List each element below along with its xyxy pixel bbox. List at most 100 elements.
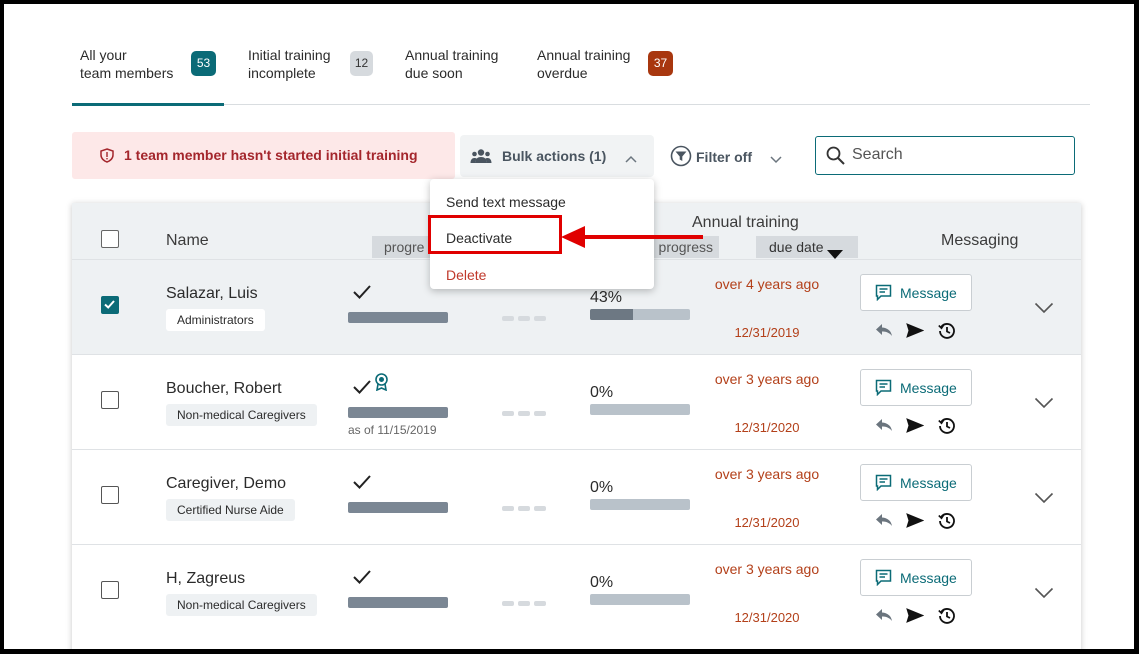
placeholder-dash — [502, 506, 514, 511]
history-icon[interactable] — [938, 607, 956, 630]
table-row[interactable]: Caregiver, Demo Certified Nurse Aide 0% ove… — [72, 449, 1081, 544]
tab-label-line1: Annual training — [537, 47, 631, 63]
annual-progress-percent: 0% — [590, 574, 614, 591]
message-button[interactable]: Message — [860, 369, 972, 406]
checkmark-icon — [352, 284, 372, 305]
role-badge: Non-medical Caregivers — [166, 404, 317, 426]
due-date: 12/31/2019 — [734, 325, 800, 340]
placeholder-dash — [534, 411, 546, 416]
table-row[interactable]: H, Zagreus Non-medical Caregivers 0% over 3… — [72, 544, 1081, 639]
tab-annual-overdue[interactable]: Annual training overdue — [537, 46, 630, 82]
history-icon[interactable] — [938, 417, 956, 440]
shield-alert-icon — [100, 148, 114, 166]
search-box — [815, 136, 1075, 175]
column-header-due-date[interactable]: due date — [756, 236, 858, 259]
annual-progress-fill — [590, 309, 633, 320]
annual-progress-bar — [590, 499, 690, 510]
due-date: 12/31/2020 — [734, 420, 800, 435]
chevron-down-icon[interactable] — [1034, 586, 1054, 604]
reply-icon[interactable] — [875, 418, 893, 437]
message-button[interactable]: Message — [860, 274, 972, 311]
reply-icon[interactable] — [875, 513, 893, 532]
bulk-actions-button[interactable]: Bulk actions (1) — [460, 135, 654, 177]
highlight-box — [428, 215, 562, 254]
column-header-messaging: Messaging — [941, 232, 1019, 249]
alert-text: 1 team member hasn't started initial tra… — [124, 147, 418, 163]
annual-progress-bar — [590, 404, 690, 415]
tab-count-badge: 37 — [648, 51, 673, 76]
tab-initial-incomplete[interactable]: Initial training incomplete — [248, 46, 331, 82]
tab-annual-due-soon[interactable]: Annual training due soon — [405, 46, 498, 82]
column-header-name[interactable]: Name — [166, 232, 209, 250]
placeholder-dash — [518, 506, 530, 511]
message-button[interactable]: Message — [860, 464, 972, 501]
message-button-label: Message — [900, 380, 957, 396]
menu-item-send-text[interactable]: Send text message — [446, 194, 566, 210]
initial-progress-bar — [348, 597, 448, 608]
tab-bar: All your team members 53 Initial trainin… — [72, 40, 1090, 106]
send-icon[interactable] — [906, 513, 925, 533]
row-checkbox[interactable] — [101, 296, 119, 314]
message-button-label: Message — [900, 475, 957, 491]
tab-label-line2: incomplete — [248, 65, 316, 81]
filter-label: Filter off — [696, 149, 752, 165]
row-checkbox[interactable] — [101, 391, 119, 409]
message-icon — [875, 569, 892, 591]
role-badge: Non-medical Caregivers — [166, 594, 317, 616]
initial-progress-bar — [348, 312, 448, 323]
due-relative: over 3 years ago — [714, 561, 820, 577]
tab-label-line2: team members — [80, 65, 174, 81]
placeholder-dash — [534, 506, 546, 511]
search-icon — [826, 146, 845, 170]
member-name[interactable]: Caregiver, Demo — [166, 475, 286, 493]
initial-progress-bar — [348, 502, 448, 513]
message-button[interactable]: Message — [860, 559, 972, 596]
message-button-label: Message — [900, 285, 957, 301]
reply-icon[interactable] — [875, 608, 893, 627]
member-name[interactable]: H, Zagreus — [166, 570, 245, 588]
checkmark-icon — [352, 474, 372, 495]
role-badge: Certified Nurse Aide — [166, 499, 295, 521]
placeholder-dash — [502, 601, 514, 606]
select-all-checkbox[interactable] — [101, 230, 119, 248]
send-icon[interactable] — [906, 418, 925, 438]
due-date: 12/31/2020 — [734, 515, 800, 530]
tab-label-line2: due soon — [405, 65, 463, 81]
chevron-down-icon[interactable] — [1034, 396, 1054, 414]
annual-progress-percent: 43% — [590, 289, 623, 306]
tab-all-team-members[interactable]: All your team members — [80, 46, 173, 82]
message-icon — [875, 284, 892, 306]
send-icon[interactable] — [906, 323, 925, 343]
completion-date: as of 11/15/2019 — [348, 423, 437, 437]
placeholder-dash — [518, 601, 530, 606]
tab-count-badge: 12 — [350, 51, 373, 76]
filter-icon — [670, 145, 692, 172]
placeholder-dash — [502, 316, 514, 321]
menu-item-delete[interactable]: Delete — [446, 267, 486, 283]
member-name[interactable]: Boucher, Robert — [166, 380, 282, 398]
message-icon — [875, 474, 892, 496]
tab-label-line1: All your — [80, 47, 127, 63]
checkmark-icon — [352, 379, 372, 400]
placeholder-dash — [502, 411, 514, 416]
chevron-down-icon[interactable] — [1034, 491, 1054, 509]
member-name[interactable]: Salazar, Luis — [166, 285, 258, 303]
send-icon[interactable] — [906, 608, 925, 628]
row-checkbox[interactable] — [101, 486, 119, 504]
certificate-icon[interactable] — [374, 373, 389, 396]
bulk-actions-label: Bulk actions (1) — [502, 148, 607, 164]
reply-icon[interactable] — [875, 323, 893, 342]
chevron-down-icon[interactable] — [1034, 301, 1054, 319]
table-row[interactable]: Boucher, Robert Non-medical Caregivers as … — [72, 354, 1081, 449]
chevron-up-icon — [625, 150, 637, 168]
annotation-arrow-icon — [559, 222, 704, 257]
row-checkbox[interactable] — [101, 581, 119, 599]
search-input[interactable] — [852, 143, 1062, 167]
role-badge: Administrators — [166, 309, 265, 331]
initial-progress-bar — [348, 407, 448, 418]
people-icon — [470, 148, 492, 169]
history-icon[interactable] — [938, 512, 956, 535]
app-frame: All your team members 53 Initial trainin… — [4, 4, 1134, 649]
tab-label-line2: overdue — [537, 65, 588, 81]
history-icon[interactable] — [938, 322, 956, 345]
